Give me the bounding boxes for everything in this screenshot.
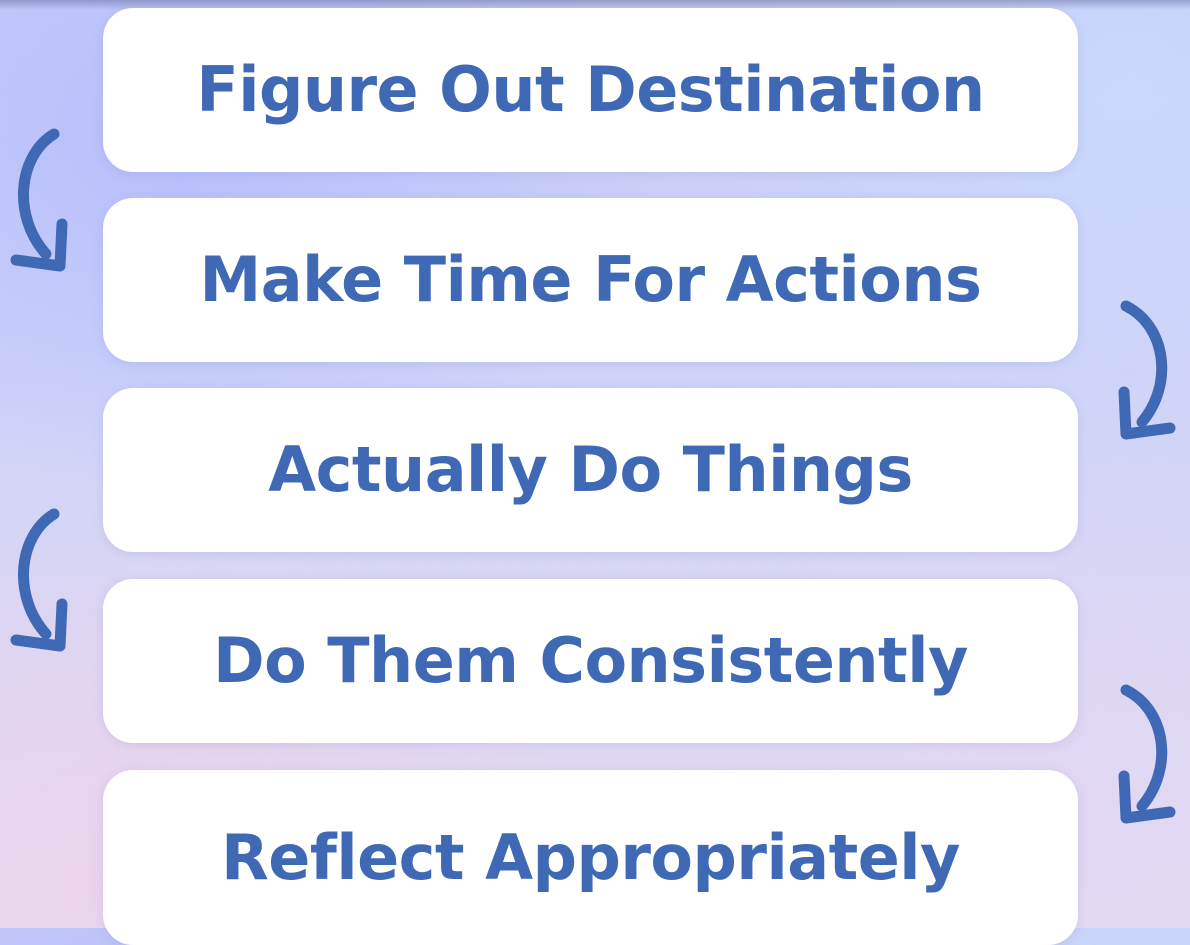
- step-label: Do Them Consistently: [213, 624, 968, 697]
- step-card-figure-out-destination: Figure Out Destination: [103, 8, 1078, 172]
- step-label: Reflect Appropriately: [221, 820, 960, 894]
- curved-arrow-down-icon: [10, 128, 68, 272]
- curved-arrow-down-icon: [1118, 684, 1176, 824]
- step-label: Figure Out Destination: [196, 53, 985, 126]
- step-label: Actually Do Things: [268, 433, 913, 506]
- step-card-actually-do-things: Actually Do Things: [103, 388, 1078, 552]
- step-card-make-time-for-actions: Make Time For Actions: [103, 198, 1078, 362]
- curved-arrow-down-icon: [10, 508, 68, 652]
- step-card-reflect-appropriately: Reflect Appropriately: [103, 770, 1078, 945]
- curved-arrow-down-icon: [1118, 300, 1176, 440]
- step-label: Make Time For Actions: [199, 243, 982, 316]
- step-card-do-them-consistently: Do Them Consistently: [103, 579, 1078, 743]
